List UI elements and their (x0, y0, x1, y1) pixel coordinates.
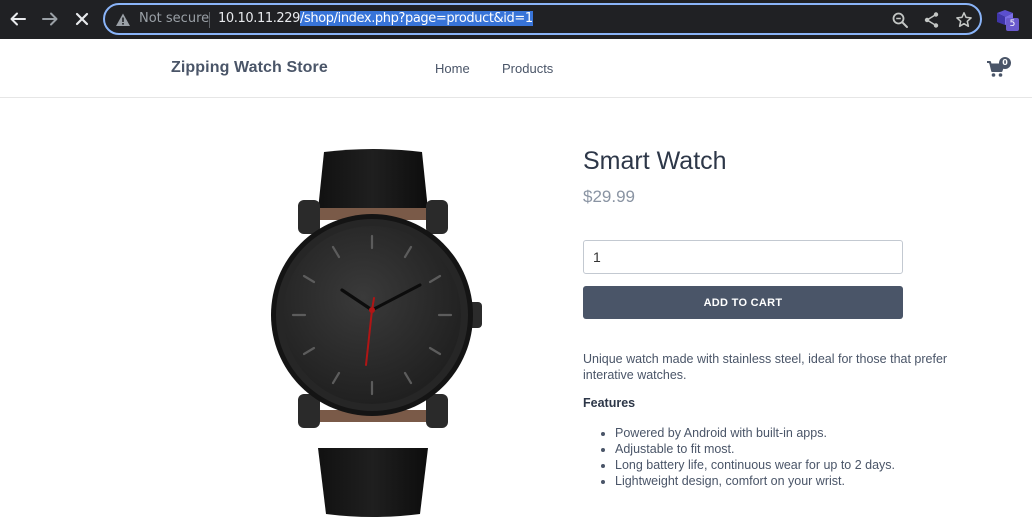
url-path-selected: /shop/index.php?page=product&id=1 (300, 11, 533, 26)
nav-products-link[interactable]: Products (502, 61, 553, 76)
cart-count-badge: 0 (999, 57, 1011, 69)
url-host: 10.10.11.229 (218, 11, 301, 26)
product-image-watch (271, 149, 482, 517)
url-text[interactable]: 10.10.11.229/shop/index.php?page=product… (218, 11, 533, 26)
product-price: $29.99 (583, 187, 635, 206)
product-title: Smart Watch (583, 147, 727, 175)
magnifier-icon[interactable] (891, 11, 909, 29)
stop-loading-button[interactable] (69, 6, 95, 32)
product-description: Unique watch made with stainless steel, … (583, 352, 948, 382)
quantity-input[interactable] (583, 240, 903, 274)
star-icon[interactable] (955, 11, 973, 29)
address-bar[interactable]: Not secure 10.10.11.229/shop/index.php?p… (103, 3, 982, 35)
add-to-cart-button[interactable]: ADD TO CART (583, 286, 903, 319)
features-list: Powered by Android with built-in apps. A… (599, 425, 979, 489)
back-button[interactable] (5, 6, 31, 32)
warning-triangle-icon (116, 13, 130, 26)
extension-badge: 5 (1006, 18, 1019, 31)
feature-item: Adjustable to fit most. (615, 441, 979, 457)
forward-button[interactable] (37, 6, 63, 32)
nav-home-link[interactable]: Home (435, 61, 470, 76)
site-header: Zipping Watch Store Home Products 0 (0, 39, 1032, 98)
share-icon[interactable] (923, 11, 941, 29)
features-heading: Features (583, 396, 636, 410)
feature-item: Powered by Android with built-in apps. (615, 425, 979, 441)
feature-item: Long battery life, continuous wear for u… (615, 457, 979, 473)
arrow-right-icon (42, 12, 58, 26)
browser-toolbar: Not secure 10.10.11.229/shop/index.php?p… (0, 0, 1032, 39)
close-icon (75, 12, 89, 26)
arrow-left-icon (10, 12, 26, 26)
feature-item: Lightweight design, comfort on your wris… (615, 473, 979, 489)
security-status[interactable]: Not secure (139, 11, 209, 26)
omnibox-divider (209, 12, 210, 28)
store-brand[interactable]: Zipping Watch Store (171, 59, 328, 77)
